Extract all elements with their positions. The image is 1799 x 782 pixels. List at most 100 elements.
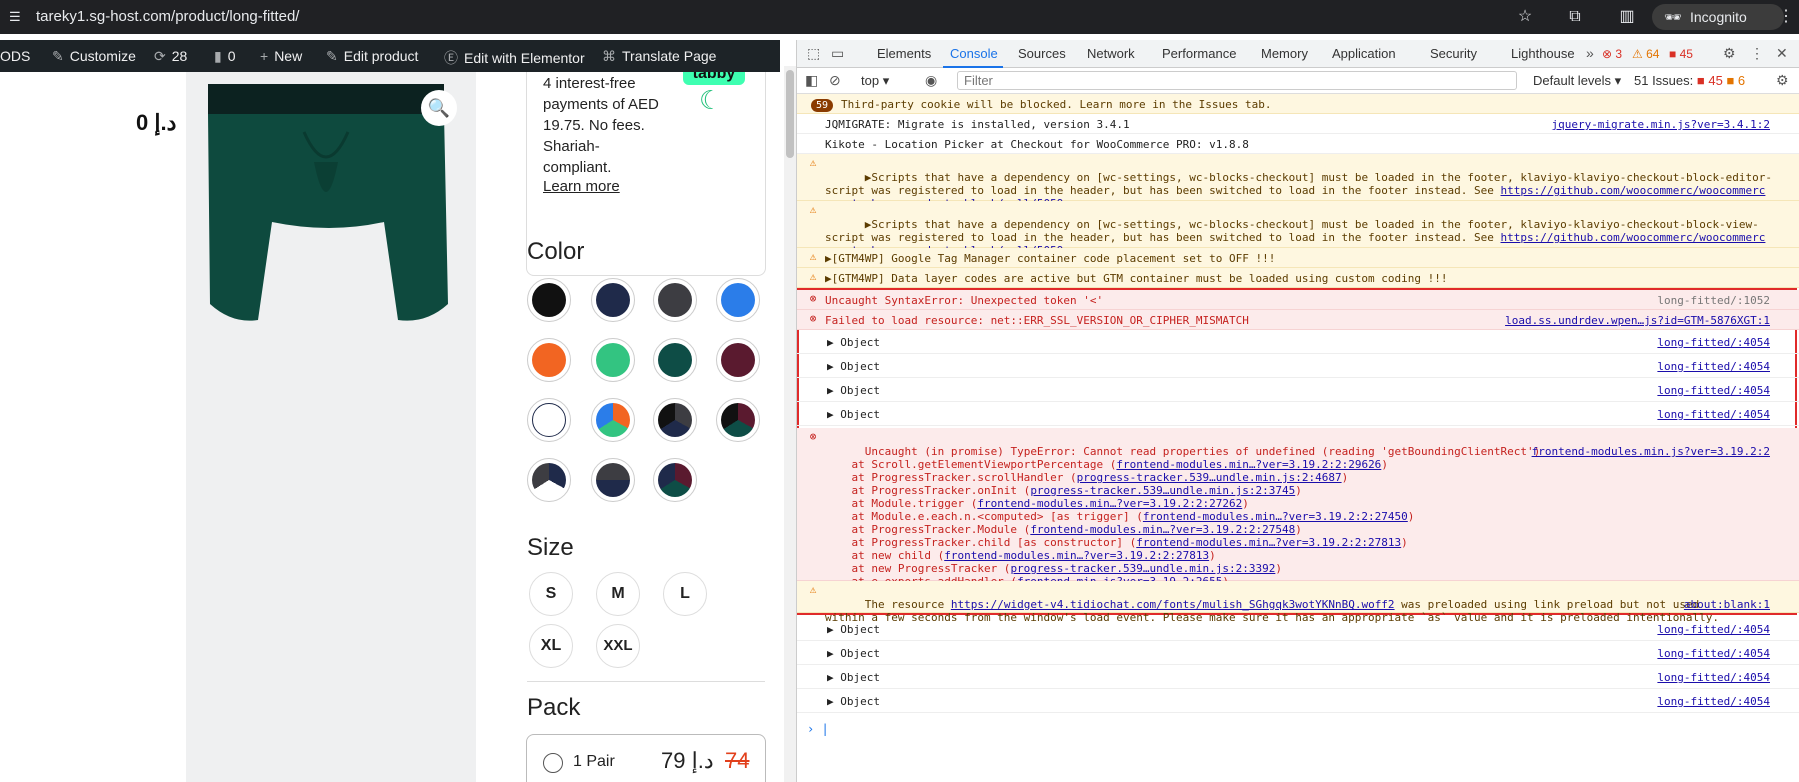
context-select[interactable]: top ▾ <box>861 73 889 89</box>
size-m-button[interactable]: M <box>596 572 640 616</box>
kebab-menu-icon[interactable]: ⋮ <box>1750 45 1764 62</box>
tab-lighthouse[interactable]: Lighthouse <box>1511 46 1575 61</box>
side-panel-icon[interactable]: ▥ <box>1617 7 1637 27</box>
stack-link[interactable]: frontend-modules.min…?ver=3.19.2:2:29626 <box>1116 458 1381 471</box>
warning-count[interactable]: ⚠ 64 <box>1632 47 1659 61</box>
pack-radio[interactable] <box>543 753 563 773</box>
size-s-button[interactable]: S <box>529 572 573 616</box>
console-prompt[interactable]: › | <box>807 722 829 736</box>
color-swatch[interactable] <box>591 458 635 502</box>
admin-bar-translate[interactable]: ⌘ Translate Page <box>602 48 716 65</box>
tab-performance[interactable]: Performance <box>1162 46 1236 61</box>
sidebar-toggle-icon[interactable]: ◧ <box>805 72 818 89</box>
console-error[interactable]: ⊗ Failed to load resource: net::ERR_SSL_V… <box>797 310 1799 330</box>
inspect-icon[interactable]: ⬚ <box>807 45 820 62</box>
site-settings-icon[interactable]: ☰ <box>9 9 25 25</box>
admin-bar-comments[interactable]: ▮ 0 <box>214 48 236 65</box>
object-row[interactable]: ▶ Object long-fitted/:4054 <box>797 402 1799 426</box>
tab-memory[interactable]: Memory <box>1261 46 1308 61</box>
clear-console-icon[interactable]: ⊘ <box>829 72 841 89</box>
color-swatch[interactable] <box>527 458 571 502</box>
console-message[interactable]: Kikote - Location Picker at Checkout for… <box>797 134 1799 154</box>
source-link[interactable]: long-fitted/:4054 <box>1657 671 1770 684</box>
tabby-learn-more[interactable]: Learn more <box>543 178 620 195</box>
stack-link[interactable]: progress-tracker.539…undle.min.js:2:3745 <box>1030 484 1295 497</box>
object-row[interactable]: ▶ Object long-fitted/:4054 <box>797 689 1799 713</box>
console-message[interactable]: JQMIGRATE: Migrate is installed, version… <box>797 114 1799 134</box>
more-tabs-icon[interactable]: » <box>1586 45 1594 61</box>
issue-count[interactable]: ■ 45 <box>1669 47 1693 61</box>
color-swatch[interactable] <box>527 398 571 442</box>
object-row[interactable]: ▶ Object long-fitted/:4054 <box>797 378 1799 402</box>
source-link[interactable]: jquery-migrate.min.js?ver=3.4.1:2 <box>1551 118 1770 131</box>
size-xl-button[interactable]: XL <box>529 624 573 668</box>
extensions-icon[interactable]: ⧉ <box>1565 7 1585 27</box>
github-link[interactable]: https://github.com/woocommerc/woocommerc <box>1501 231 1766 244</box>
bookmark-star-icon[interactable]: ☆ <box>1515 7 1535 27</box>
tab-sources[interactable]: Sources <box>1018 46 1066 61</box>
console-warning[interactable]: ⚠ ▶Scripts that have a dependency on [wc-… <box>797 201 1799 257</box>
filter-input[interactable]: Filter <box>957 71 1517 90</box>
console-message[interactable]: 59 Third-party cookie will be blocked. Le… <box>797 94 1799 114</box>
address-bar[interactable]: tareky1.sg-host.com/product/long-fitted/ <box>36 8 299 25</box>
color-swatch[interactable] <box>591 338 635 382</box>
admin-bar-updates[interactable]: ⟳ 28 <box>154 48 187 65</box>
browser-menu-icon[interactable]: ⋮ <box>1776 7 1796 27</box>
object-row[interactable]: ▶ Object long-fitted/:4054 <box>797 617 1799 641</box>
object-row[interactable]: ▶ Object long-fitted/:4054 <box>797 665 1799 689</box>
source-link[interactable]: long-fitted/:4054 <box>1657 360 1770 373</box>
levels-dropdown[interactable]: Default levels ▾ <box>1533 73 1621 89</box>
source-link[interactable]: long-fitted/:4054 <box>1657 647 1770 660</box>
source-link[interactable]: long-fitted/:4054 <box>1657 336 1770 349</box>
stack-link[interactable]: progress-tracker.539…undle.min.js:2:3392 <box>1010 562 1275 575</box>
source-link[interactable]: long-fitted/:4054 <box>1657 623 1770 636</box>
console-settings-icon[interactable]: ⚙ <box>1776 72 1789 89</box>
admin-bar-elementor[interactable]: Ⓔ Edit with Elementor <box>444 48 585 68</box>
eye-icon[interactable]: ◉ <box>925 72 937 89</box>
color-swatch[interactable] <box>653 338 697 382</box>
source-link[interactable]: long-fitted/:1052 <box>1657 294 1770 307</box>
source-link[interactable]: load.ss.undrdev.wpen…js?id=GTM-5876XGT:1 <box>1505 314 1770 327</box>
console-error[interactable]: ⊗ Uncaught SyntaxError: Unexpected token … <box>797 290 1799 310</box>
tab-application[interactable]: Application <box>1332 46 1396 61</box>
close-icon[interactable]: ✕ <box>1776 45 1788 62</box>
color-swatch[interactable] <box>716 338 760 382</box>
admin-bar-customize[interactable]: ✎ Customize <box>52 48 136 65</box>
page-scrollbar[interactable] <box>784 66 796 782</box>
console-warning[interactable]: ⚠ The resource https://widget-v4.tidiocha… <box>797 581 1799 624</box>
source-link[interactable]: frontend-modules.min.js?ver=3.19.2:2 <box>1532 445 1770 458</box>
console-warning[interactable]: ⚠ ▶Scripts that have a dependency on [wc-… <box>797 154 1799 210</box>
object-row[interactable]: ▶ Object long-fitted/:4054 <box>797 330 1799 354</box>
github-link[interactable]: https://github.com/woocommerc/woocommerc <box>1501 184 1766 197</box>
stack-link[interactable]: frontend-modules.min…?ver=3.19.2:2:27813 <box>944 549 1209 562</box>
stack-link[interactable]: frontend-modules.min…?ver=3.19.2:2:27450 <box>1143 510 1408 523</box>
resource-link[interactable]: https://widget-v4.tidiochat.com/fonts/mu… <box>951 598 1395 611</box>
console-warning[interactable]: ⚠ ▶[GTM4WP] Data layer codes are active b… <box>797 268 1799 288</box>
color-swatch[interactable] <box>527 338 571 382</box>
pack-option[interactable]: 1 Pair 79 د.إ 74 <box>526 734 766 782</box>
source-link[interactable]: about:blank:1 <box>1684 598 1770 611</box>
color-swatch[interactable] <box>527 278 571 322</box>
source-link[interactable]: long-fitted/:4054 <box>1657 408 1770 421</box>
tab-elements[interactable]: Elements <box>877 46 931 61</box>
color-swatch[interactable] <box>716 278 760 322</box>
color-swatch[interactable] <box>653 398 697 442</box>
color-swatch[interactable] <box>653 458 697 502</box>
incognito-badge[interactable]: 🕶 Incognito <box>1652 4 1784 30</box>
tab-network[interactable]: Network <box>1087 46 1135 61</box>
error-count[interactable]: ⊗ 3 <box>1602 47 1622 61</box>
object-row[interactable]: ▶ Object long-fitted/:4054 <box>797 641 1799 665</box>
color-swatch[interactable] <box>716 398 760 442</box>
tab-security[interactable]: Security <box>1430 46 1477 61</box>
color-swatch[interactable] <box>591 398 635 442</box>
color-swatch[interactable] <box>653 278 697 322</box>
object-row[interactable]: ▶ Object long-fitted/:4054 <box>797 354 1799 378</box>
tab-console[interactable]: Console <box>950 46 998 61</box>
source-link[interactable]: long-fitted/:4054 <box>1657 695 1770 708</box>
issues-summary[interactable]: 51 Issues: ■ 45 ■ 6 <box>1634 73 1745 88</box>
stack-link[interactable]: frontend-modules.min…?ver=3.19.2:2:27813 <box>1136 536 1401 549</box>
gear-icon[interactable]: ⚙ <box>1723 45 1736 62</box>
device-toolbar-icon[interactable]: ▭ <box>831 45 844 62</box>
stack-link[interactable]: progress-tracker.539…undle.min.js:2:4687 <box>1077 471 1342 484</box>
size-l-button[interactable]: L <box>663 572 707 616</box>
